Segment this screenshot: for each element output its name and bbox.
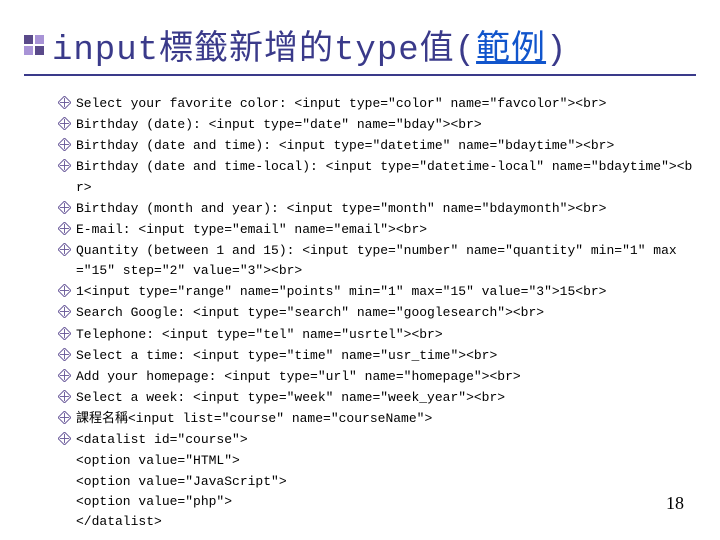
bullet-icon <box>52 220 76 235</box>
bullet-icon <box>52 199 76 214</box>
bullet-icon <box>52 303 76 318</box>
list-item-text: <option value="JavaScript"> <box>52 472 696 492</box>
bullet-icon <box>52 346 76 361</box>
list-item: Birthday (date and time): <input type="d… <box>52 136 696 156</box>
content-list: Select your favorite color: <input type=… <box>24 94 696 532</box>
list-item: E-mail: <input type="email" name="email"… <box>52 220 696 240</box>
list-item-text: <datalist id="course"> <box>76 430 696 450</box>
list-item-text: Quantity (between 1 and 15): <input type… <box>76 241 696 281</box>
bullet-icon <box>52 282 76 297</box>
grid-icon <box>24 35 44 55</box>
list-item-text: </datalist> <box>52 512 696 532</box>
slide-title: input標籤新增的type值(範例) <box>52 20 567 70</box>
bullet-icon <box>52 136 76 151</box>
list-item: Select your favorite color: <input type=… <box>52 94 696 114</box>
bullet-icon <box>52 409 76 424</box>
list-item-text: Select your favorite color: <input type=… <box>76 94 696 114</box>
list-item-text: Select a week: <input type="week" name="… <box>76 388 696 408</box>
list-item: 1<input type="range" name="points" min="… <box>52 282 696 302</box>
list-item: Birthday (date and time-local): <input t… <box>52 157 696 197</box>
page-number: 18 <box>666 493 684 514</box>
list-item-text: Add your homepage: <input type="url" nam… <box>76 367 696 387</box>
list-item: Telephone: <input type="tel" name="usrte… <box>52 325 696 345</box>
list-item-text: Telephone: <input type="tel" name="usrte… <box>76 325 696 345</box>
list-item-text: 課程名稱<input list="course" name="courseNam… <box>76 409 696 429</box>
title-link[interactable]: 範例 <box>476 32 546 70</box>
list-item: Birthday (date): <input type="date" name… <box>52 115 696 135</box>
bullet-icon <box>52 388 76 403</box>
list-item-text: Search Google: <input type="search" name… <box>76 303 696 323</box>
list-item-text: Select a time: <input type="time" name="… <box>76 346 696 366</box>
list-item: Select a week: <input type="week" name="… <box>52 388 696 408</box>
list-item-text: E-mail: <input type="email" name="email"… <box>76 220 696 240</box>
list-item: Add your homepage: <input type="url" nam… <box>52 367 696 387</box>
list-item: Search Google: <input type="search" name… <box>52 303 696 323</box>
list-item-text: Birthday (date and time): <input type="d… <box>76 136 696 156</box>
list-item-text: Birthday (date): <input type="date" name… <box>76 115 696 135</box>
bullet-icon <box>52 325 76 340</box>
list-item-text: Birthday (date and time-local): <input t… <box>76 157 696 197</box>
list-item-text: Birthday (month and year): <input type="… <box>76 199 696 219</box>
list-item: Select a time: <input type="time" name="… <box>52 346 696 366</box>
title-row: input標籤新增的type值(範例) <box>24 20 696 76</box>
bullet-icon <box>52 157 76 172</box>
list-item: Quantity (between 1 and 15): <input type… <box>52 241 696 281</box>
list-item-text: 1<input type="range" name="points" min="… <box>76 282 696 302</box>
bullet-icon <box>52 367 76 382</box>
list-item: 課程名稱<input list="course" name="courseNam… <box>52 409 696 429</box>
list-item: <datalist id="course"> <box>52 430 696 450</box>
bullet-icon <box>52 94 76 109</box>
slide: input標籤新增的type值(範例) Select your favorite… <box>0 0 720 540</box>
title-prefix: input標籤新增的type值( <box>52 32 476 70</box>
bullet-icon <box>52 241 76 256</box>
bullet-icon <box>52 115 76 130</box>
list-item: Birthday (month and year): <input type="… <box>52 199 696 219</box>
title-suffix: ) <box>546 32 567 70</box>
list-item-text: <option value="php"> <box>52 492 696 512</box>
list-item-text: <option value="HTML"> <box>52 451 696 471</box>
bullet-icon <box>52 430 76 445</box>
